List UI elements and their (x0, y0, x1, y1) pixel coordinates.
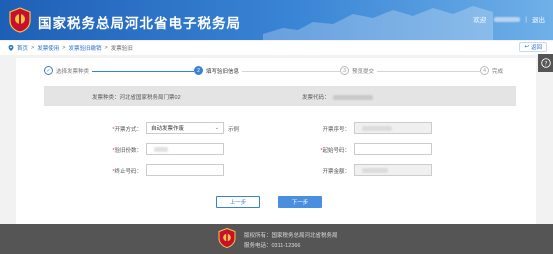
verify-count-input[interactable] (146, 143, 224, 155)
step-number: 2 (194, 66, 203, 75)
breadcrumb-separator: > (62, 45, 66, 51)
issue-amount-input (354, 164, 432, 176)
invoice-info-strip: 发票种类：河北省国家税务局门票02 发票代码： (44, 86, 516, 106)
app-header: 国家税务总局河北省电子税务局 欢迎 | 退出 (0, 0, 553, 40)
breadcrumb-home[interactable]: 首页 (17, 44, 28, 52)
user-area: 欢迎 | 退出 (473, 14, 545, 25)
prev-step-button[interactable]: 上一步 (216, 196, 260, 208)
question-icon: ? (540, 58, 551, 68)
field-label: 开票金额： (322, 169, 350, 175)
step-number: 4 (480, 66, 489, 75)
invoice-type-info: 发票种类：河北省国家税务局门票02 (92, 93, 181, 101)
info-value: 河北省国家税务局门票02 (119, 95, 181, 101)
logout-link[interactable]: 退出 (532, 14, 545, 24)
footer-copyright: 版权所有：国家税务总局河北省税务局 (244, 233, 338, 239)
breadcrumb-separator: > (31, 45, 35, 51)
field-label: 开票序号： (322, 127, 350, 133)
invoice-code-info: 发票代码： (302, 93, 373, 101)
location-icon (8, 45, 14, 51)
footer-hotline: 服务电话：0311-12366 (244, 243, 301, 249)
check-icon: ✓ (44, 66, 53, 75)
username-blurred (494, 16, 521, 22)
back-button[interactable]: ↩ 返回 (519, 42, 547, 52)
issue-number-field: 开票序号： (322, 122, 432, 134)
welcome-text: 欢迎 (473, 17, 487, 24)
issue-type-field: *开票方式： 自动发票作废 ⌄ 示例 (112, 122, 239, 134)
divider: | (525, 15, 527, 23)
info-label: 发票种类： (92, 95, 120, 101)
chevron-down-icon: ⌄ (214, 125, 219, 131)
field-label: *验旧份数： (112, 148, 142, 154)
input-placeholder-blurred (154, 146, 168, 152)
site-title: 国家税务总局河北省电子税务局 (38, 16, 241, 31)
step-preview-submit: 3 预览提交 (340, 66, 378, 75)
issue-number-input (354, 122, 432, 134)
svg-text:?: ? (544, 60, 547, 67)
page-footer: 版权所有：国家税务总局河北省税务局 服务电话：0311-12366 (0, 224, 553, 254)
info-label: 发票代码： (302, 95, 330, 101)
step-number: 3 (340, 66, 349, 75)
step-label: 选择发票种类 (56, 68, 90, 75)
example-hint: 示例 (228, 127, 240, 133)
step-label: 填写验旧信息 (206, 68, 240, 75)
field-label: *终止号码： (112, 169, 142, 175)
breadcrumb-current: 发票验旧 (110, 46, 133, 52)
field-label: *开票方式： (112, 127, 142, 133)
tax-emblem-icon (218, 228, 236, 248)
breadcrumb-invoice-use[interactable]: 发票使用 (37, 44, 59, 52)
issue-type-select[interactable]: 自动发票作废 ⌄ (146, 122, 224, 134)
step-select-type: ✓ 选择发票种类 (44, 66, 93, 75)
help-button[interactable]: ? (538, 54, 553, 72)
start-number-input[interactable] (354, 143, 432, 155)
field-label: *起始号码： (320, 148, 350, 154)
great-wall-decoration (263, 6, 493, 40)
return-arrow-icon: ↩ (524, 44, 529, 50)
step-label: 预览提交 (352, 68, 375, 75)
breadcrumb-verify-cancel[interactable]: 发票验旧缴销 (68, 44, 101, 52)
tax-emblem-icon (9, 7, 31, 33)
input-value-blurred (362, 125, 392, 131)
back-label: 返回 (530, 45, 542, 51)
step-fill-info: 2 填写验旧信息 (194, 66, 243, 75)
input-value-blurred (362, 167, 388, 173)
breadcrumb: 首页 > 发票使用 > 发票验旧缴销 > 发票验旧 (0, 41, 553, 55)
step-complete: 4 完成 (480, 66, 507, 75)
next-step-button[interactable]: 下一步 (278, 196, 322, 208)
verify-count-field: *验旧份数： (112, 143, 224, 155)
step-label: 完成 (492, 68, 504, 75)
select-value: 自动发票作废 (151, 126, 185, 132)
progress-steps: ✓ 选择发票种类 2 填写验旧信息 3 预览提交 4 完成 (44, 66, 516, 78)
breadcrumb-separator: > (104, 45, 108, 51)
invoice-code-blurred (332, 95, 373, 101)
end-number-input[interactable] (146, 164, 224, 176)
start-number-field: *起始号码： (320, 143, 432, 155)
main-panel: ✓ 选择发票种类 2 填写验旧信息 3 预览提交 4 完成 发票种类：河北省国家… (16, 58, 536, 224)
end-number-field: *终止号码： (112, 164, 224, 176)
issue-amount-field: 开票金额： (322, 164, 432, 176)
